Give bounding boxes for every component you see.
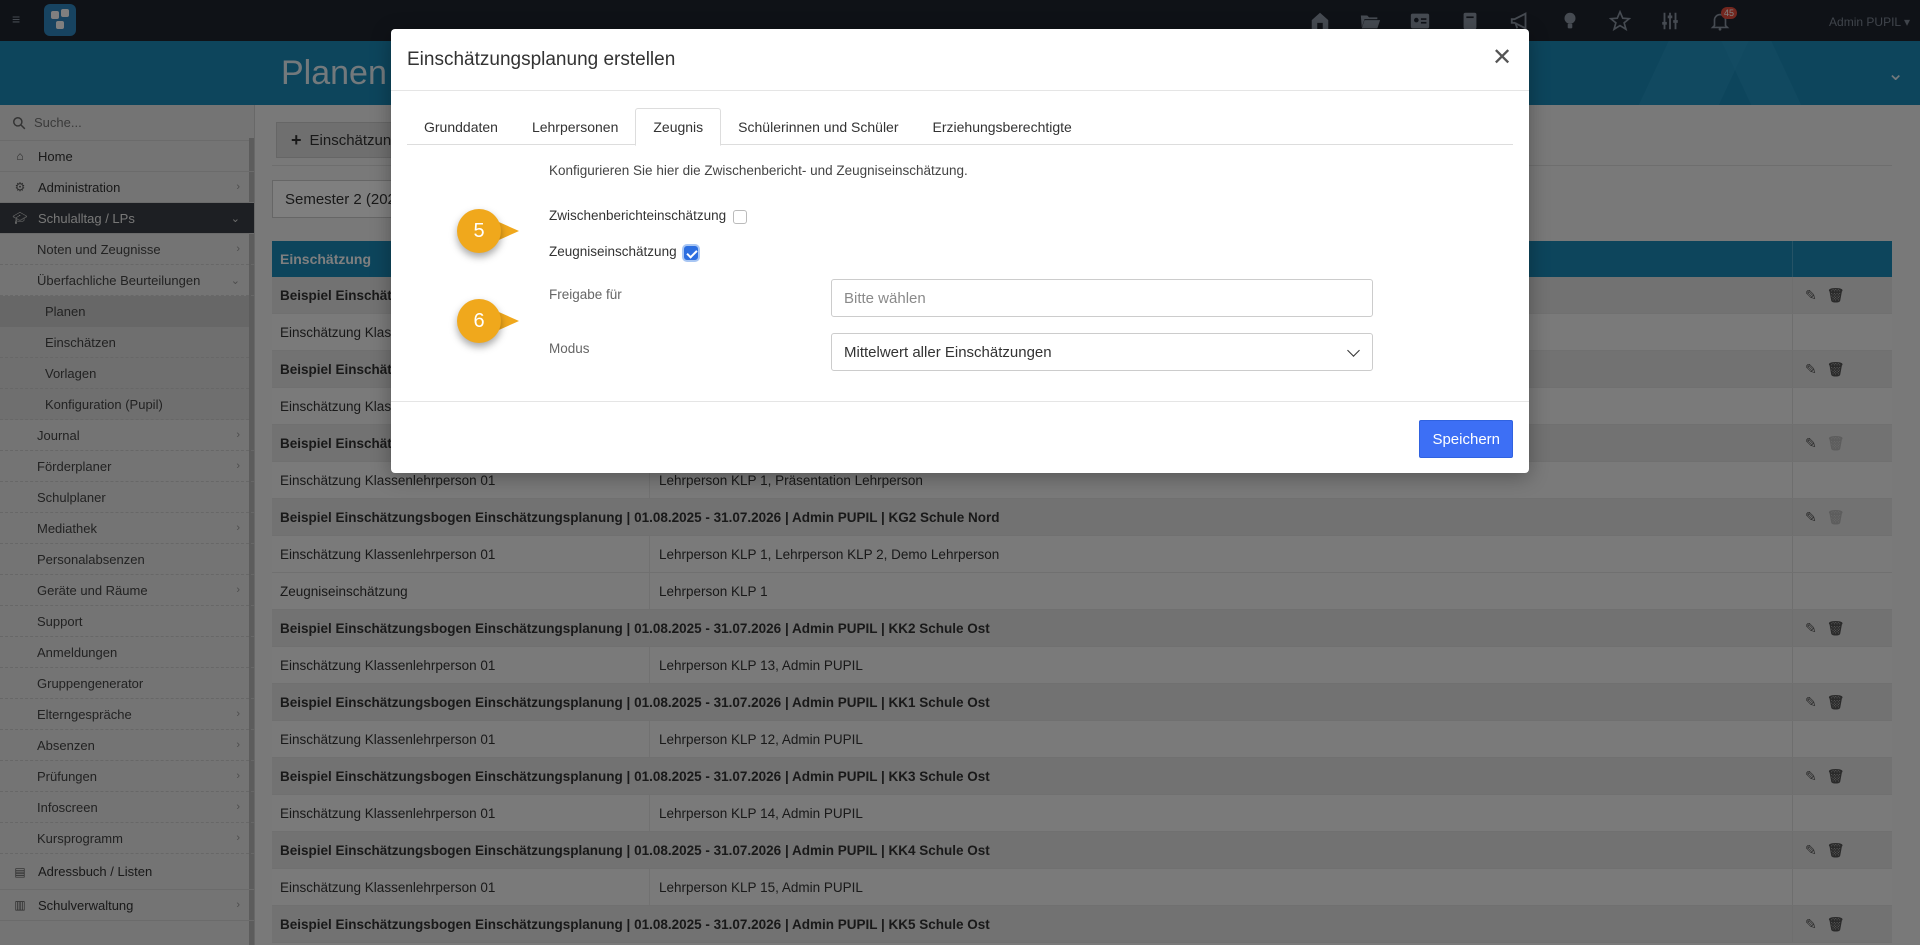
tab-erziehungsberechtigte[interactable]: Erziehungsberechtigte <box>916 108 1089 145</box>
modal-tabs: Grunddaten Lehrpersonen Zeugnis Schüleri… <box>407 108 1513 146</box>
callout-marker-6: 6 <box>457 299 521 343</box>
modus-label: Modus <box>549 341 590 356</box>
modus-value: Mittelwert aller Einschätzungen <box>844 343 1052 361</box>
callout-number: 5 <box>473 220 485 242</box>
zeugnis-checkbox[interactable] <box>684 246 698 260</box>
tab-lehrpersonen[interactable]: Lehrpersonen <box>515 108 635 145</box>
callout-marker-5: 5 <box>457 209 521 253</box>
tab-schuelerinnen-und-schueler[interactable]: Schülerinnen und Schüler <box>721 108 915 145</box>
zeugnis-label: Zeugniseinschätzung <box>549 244 677 259</box>
tab-zeugnis[interactable]: Zeugnis <box>635 108 722 146</box>
create-planning-modal: Einschätzungsplanung erstellen ✕ Grundda… <box>391 29 1529 473</box>
freigabe-select[interactable]: Bitte wählen <box>831 279 1373 317</box>
modus-select[interactable]: Mittelwert aller Einschätzungen <box>831 333 1373 371</box>
zeugnis-intro-text: Konfigurieren Sie hier die Zwischenberic… <box>549 163 968 178</box>
freigabe-label: Freigabe für <box>549 287 622 302</box>
callout-number: 6 <box>473 310 485 332</box>
tab-grunddaten[interactable]: Grunddaten <box>407 108 515 145</box>
chevron-down-icon <box>1347 344 1360 357</box>
zwischenbericht-label: Zwischenberichteinschätzung <box>549 208 727 223</box>
close-icon[interactable]: ✕ <box>1489 46 1515 72</box>
zwischenbericht-checkbox[interactable] <box>733 210 747 224</box>
modal-title: Einschätzungsplanung erstellen <box>407 48 676 70</box>
save-button[interactable]: Speichern <box>1419 420 1513 458</box>
